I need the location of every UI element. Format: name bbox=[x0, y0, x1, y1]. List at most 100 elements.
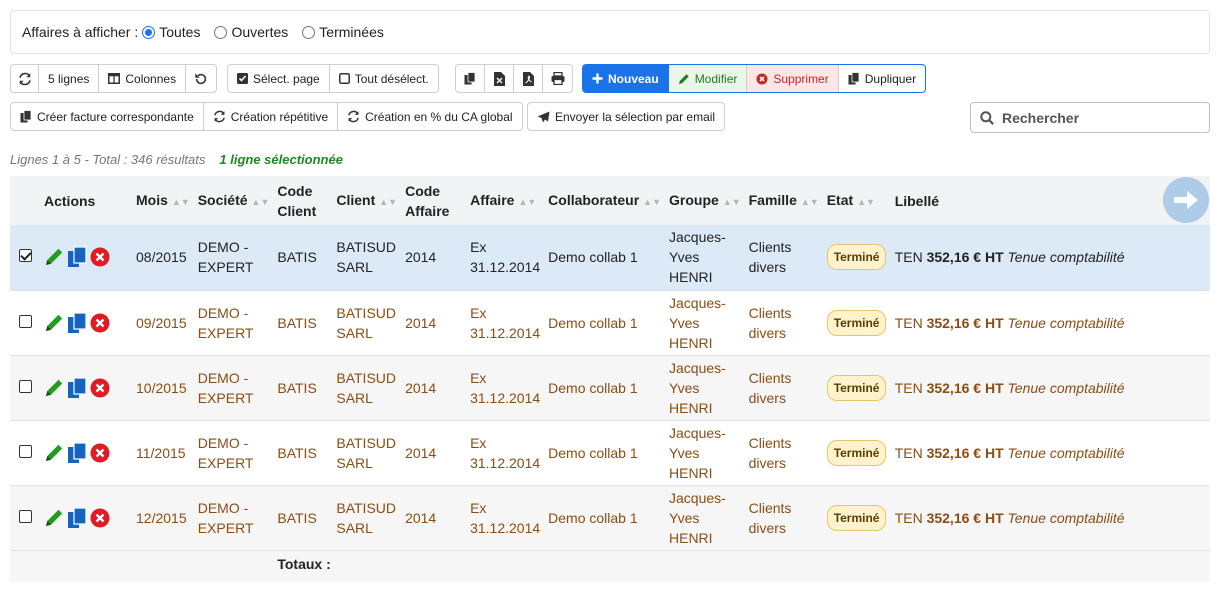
lines-per-page-button[interactable]: 5 lignes bbox=[39, 65, 100, 92]
cell-groupe: Jacques- Yves HENRI bbox=[669, 359, 726, 416]
refresh-icon bbox=[348, 110, 359, 123]
row-checkbox[interactable] bbox=[19, 314, 32, 328]
status-badge: Terminé bbox=[826, 309, 887, 336]
select-page-button[interactable]: Sélect. page bbox=[228, 65, 330, 92]
refresh-button[interactable] bbox=[11, 65, 39, 92]
row-checkbox-cell bbox=[10, 355, 40, 420]
header-groupe[interactable]: Groupe ▲▼ bbox=[665, 176, 745, 225]
copy-icon bbox=[20, 110, 32, 123]
table-row[interactable]: 09/2015 DEMO - EXPERT BATIS BATISUD SARL 2014 E… bbox=[10, 290, 1210, 355]
table-row[interactable]: 12/2015 DEMO - EXPERT BATIS BATISUD SARL 2014 E… bbox=[10, 485, 1210, 550]
delete-button[interactable]: Supprimer bbox=[747, 65, 839, 92]
cell-affaire: Ex 31.12.2014 bbox=[470, 239, 541, 276]
refresh-icon bbox=[213, 110, 225, 123]
cell-mois: 10/2015 bbox=[136, 379, 187, 396]
pencil-icon[interactable] bbox=[44, 247, 64, 267]
filter-option-toutes[interactable]: Toutes bbox=[142, 24, 200, 40]
table-row[interactable]: 08/2015 DEMO - EXPERT BATIS BATISUD SARL 2014 E… bbox=[10, 225, 1210, 290]
radio-ouvertes[interactable] bbox=[214, 25, 228, 39]
edit-button[interactable]: Modifier bbox=[668, 65, 748, 92]
header-client[interactable]: Client ▲▼ bbox=[332, 176, 401, 225]
filter-option-ouvertes[interactable]: Ouvertes bbox=[214, 24, 288, 40]
delete-circle-icon[interactable] bbox=[90, 508, 110, 528]
delete-circle-icon[interactable] bbox=[90, 378, 110, 398]
header-societe[interactable]: Société ▲▼ bbox=[194, 176, 274, 225]
new-button[interactable]: Nouveau bbox=[583, 65, 669, 92]
filter-label: Affaires à afficher : bbox=[22, 24, 139, 40]
view-button-group: 5 lignes Colonnes bbox=[10, 64, 218, 93]
scroll-right-button[interactable] bbox=[1163, 177, 1209, 223]
reset-button[interactable] bbox=[186, 65, 216, 92]
duplicate-icon[interactable] bbox=[67, 441, 87, 464]
pencil-icon[interactable] bbox=[44, 443, 64, 463]
cell-affaire: Ex 31.12.2014 bbox=[470, 434, 541, 471]
empty-box-icon bbox=[338, 73, 350, 84]
header-collaborateur[interactable]: Collaborateur ▲▼ bbox=[544, 176, 665, 225]
cell-groupe: Jacques- Yves HENRI bbox=[669, 424, 726, 481]
header-code-client[interactable]: Code Client bbox=[273, 176, 332, 225]
email-selection-button[interactable]: Envoyer la sélection par email bbox=[528, 103, 724, 130]
cell-code-client: BATIS bbox=[277, 444, 317, 461]
excel-export-button[interactable] bbox=[485, 65, 514, 92]
cell-affaire: Ex 31.12.2014 bbox=[470, 304, 541, 341]
duplicate-icon[interactable] bbox=[67, 246, 87, 268]
delete-circle-icon[interactable] bbox=[90, 313, 110, 333]
copy-button[interactable] bbox=[456, 65, 485, 92]
header-select bbox=[10, 176, 40, 225]
duplicate-button[interactable]: Dupliquer bbox=[839, 65, 925, 92]
row-checkbox-cell bbox=[10, 225, 40, 290]
cell-etat: Terminé bbox=[823, 420, 891, 485]
radio-toutes[interactable] bbox=[142, 25, 156, 39]
header-code-affaire[interactable]: Code Affaire bbox=[401, 176, 466, 225]
pencil-icon[interactable] bbox=[44, 508, 64, 528]
pdf-file-icon bbox=[522, 71, 534, 86]
print-button[interactable] bbox=[543, 65, 572, 92]
results-range: Lignes 1 à 5 - Total : 346 résultats bbox=[10, 152, 206, 167]
search-input[interactable]: Rechercher bbox=[970, 102, 1210, 133]
row-checkbox[interactable] bbox=[19, 249, 32, 263]
row-checkbox[interactable] bbox=[19, 509, 32, 523]
pencil-icon[interactable] bbox=[44, 313, 64, 333]
filter-option-terminees[interactable]: Terminées bbox=[302, 24, 384, 40]
duplicate-icon[interactable] bbox=[67, 376, 87, 399]
create-invoice-button[interactable]: Créer facture correspondante bbox=[11, 103, 204, 130]
row-checkbox-cell bbox=[10, 485, 40, 550]
row-actions bbox=[40, 225, 132, 290]
deselect-all-button[interactable]: Tout désélect. bbox=[330, 65, 438, 92]
duplicate-icon[interactable] bbox=[67, 311, 87, 334]
header-affaire[interactable]: Affaire ▲▼ bbox=[466, 176, 544, 225]
export-button-group bbox=[455, 64, 573, 93]
checked-box-icon bbox=[237, 73, 248, 84]
duplicate-icon[interactable] bbox=[67, 506, 87, 529]
status-badge: Terminé bbox=[826, 374, 887, 401]
repeat-creation-button[interactable]: Création répétitive bbox=[204, 103, 339, 130]
cell-client: BATISUD SARL bbox=[336, 239, 396, 276]
excel-file-icon bbox=[493, 71, 505, 86]
table-row[interactable]: 11/2015 DEMO - EXPERT BATIS BATISUD SARL 2014 E… bbox=[10, 420, 1210, 485]
cell-libelle: TEN 352,16 € HT Tenue comptabilité bbox=[894, 509, 1125, 526]
pencil-icon[interactable] bbox=[44, 378, 64, 398]
header-actions: Actions bbox=[44, 192, 96, 209]
radio-terminees[interactable] bbox=[302, 25, 316, 39]
header-famille[interactable]: Famille ▲▼ bbox=[745, 176, 823, 225]
row-checkbox[interactable] bbox=[19, 444, 32, 458]
header-etat[interactable]: Etat ▲▼ bbox=[823, 176, 891, 225]
delete-circle-icon[interactable] bbox=[90, 247, 110, 267]
cell-mois: 09/2015 bbox=[136, 314, 187, 331]
delete-circle-icon[interactable] bbox=[90, 443, 110, 463]
header-mois[interactable]: Mois ▲▼ bbox=[132, 176, 194, 225]
row-checkbox[interactable] bbox=[19, 379, 32, 393]
cell-famille: Clients divers bbox=[748, 369, 792, 406]
selection-count: 1 ligne sélectionnée bbox=[219, 152, 343, 167]
undo-icon bbox=[195, 72, 207, 84]
refresh-icon bbox=[18, 72, 31, 85]
columns-button[interactable]: Colonnes bbox=[99, 65, 187, 92]
percent-creation-button[interactable]: Création en % du CA global bbox=[338, 103, 521, 130]
row-actions bbox=[40, 485, 132, 550]
table-row[interactable]: 10/2015 DEMO - EXPERT BATIS BATISUD SARL 2014 E… bbox=[10, 355, 1210, 420]
row-actions bbox=[40, 420, 132, 485]
cell-groupe: Jacques- Yves HENRI bbox=[669, 229, 726, 286]
cell-societe: DEMO - EXPERT bbox=[197, 499, 254, 536]
cell-etat: Terminé bbox=[823, 355, 891, 420]
pdf-export-button[interactable] bbox=[514, 65, 543, 92]
